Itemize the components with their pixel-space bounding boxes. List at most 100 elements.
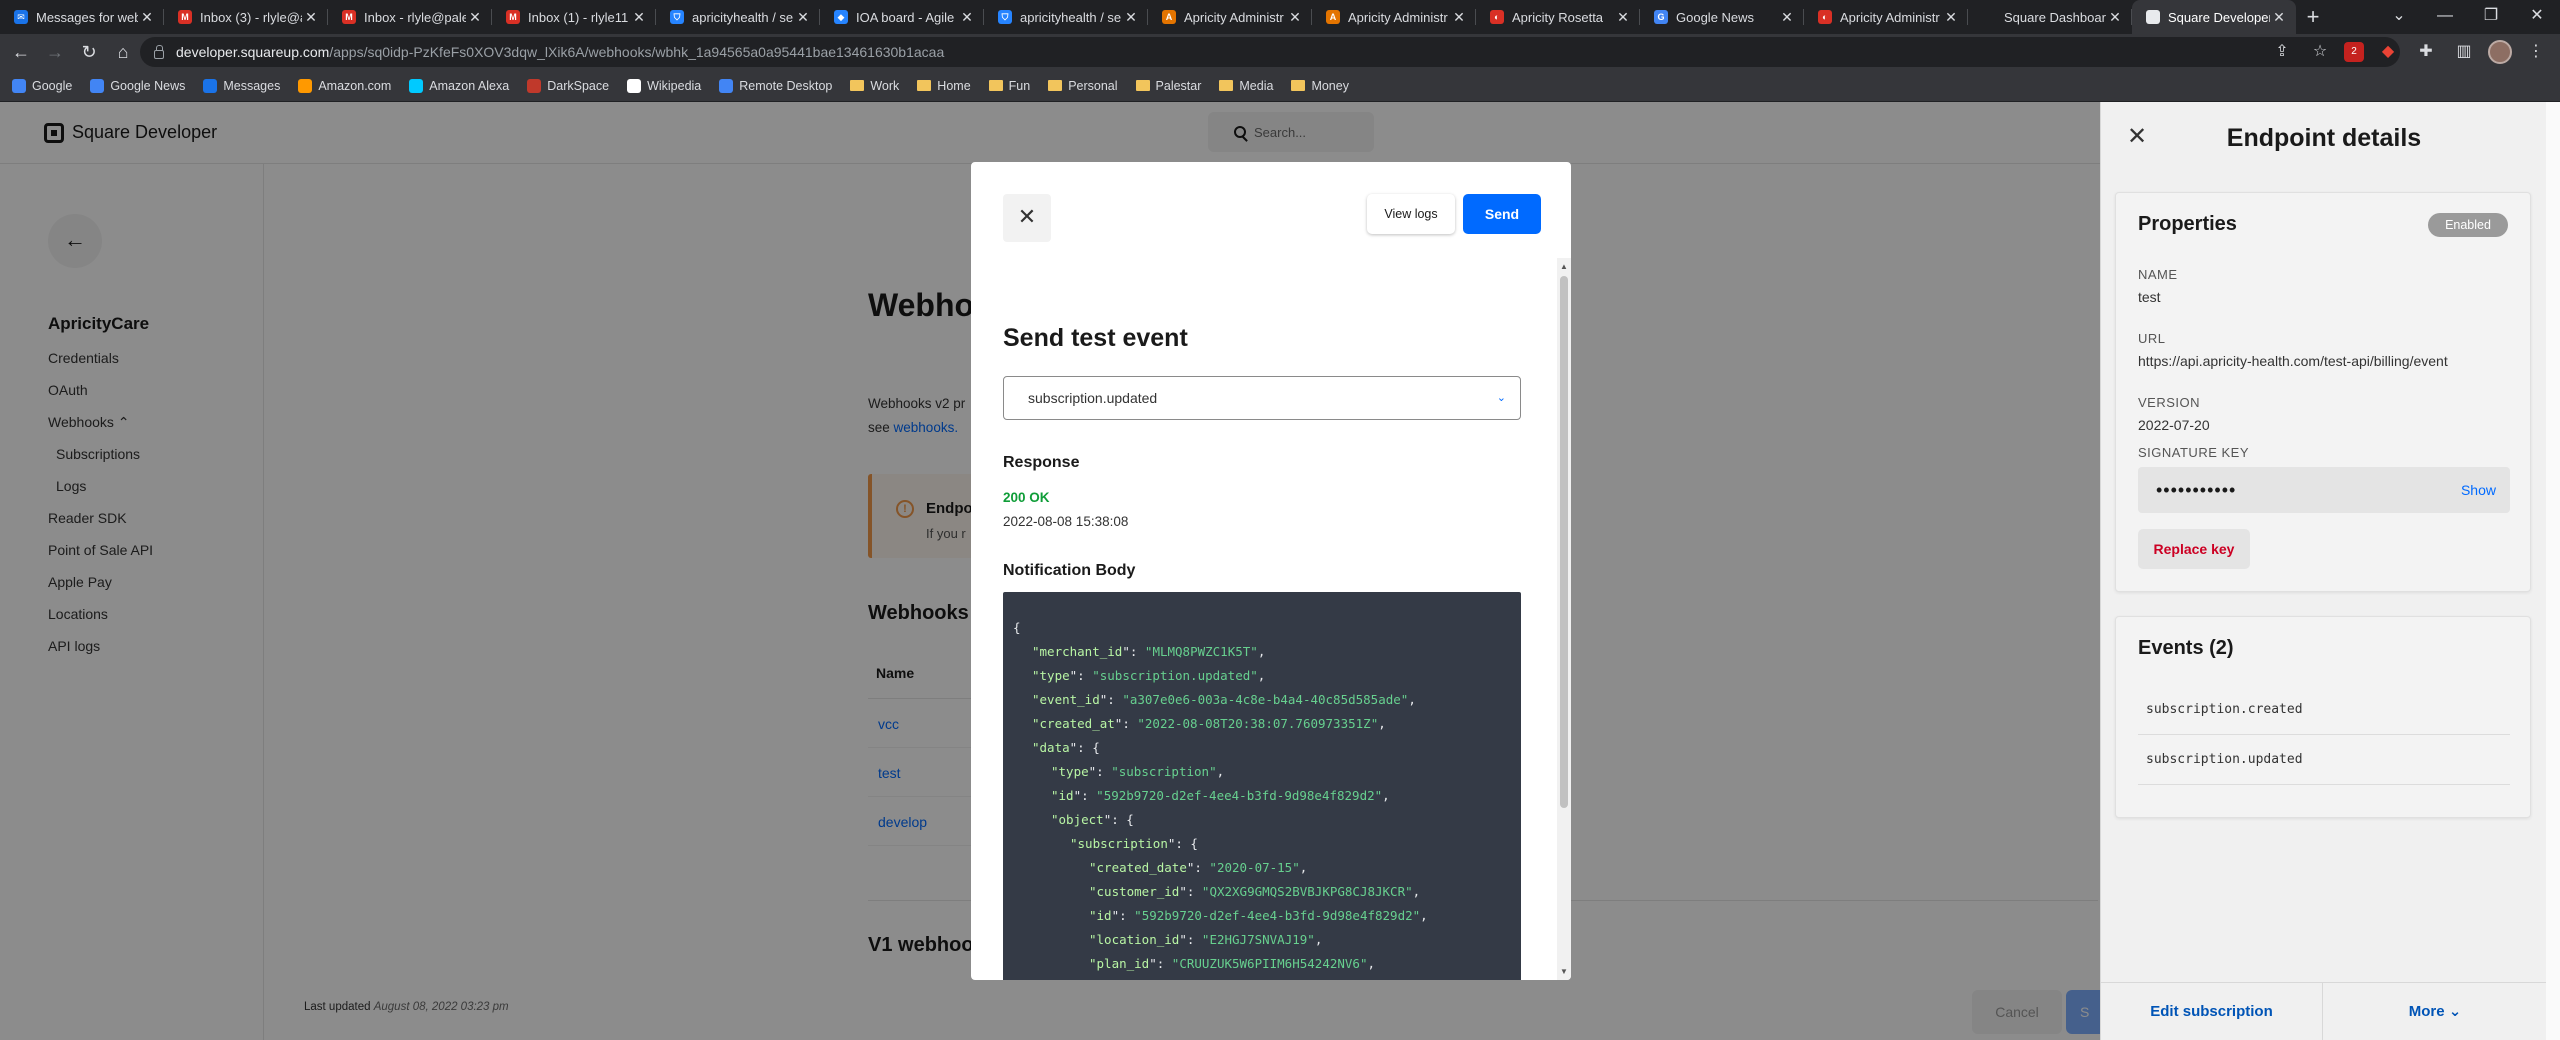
bookmark-item[interactable]: Remote Desktop bbox=[719, 78, 832, 93]
side-panel-icon[interactable]: ▥ bbox=[2450, 38, 2478, 66]
bookmark-item[interactable]: Google News bbox=[90, 78, 185, 93]
tab-close-icon[interactable]: ✕ bbox=[1450, 9, 1468, 26]
tab-close-icon[interactable]: ✕ bbox=[1122, 9, 1140, 26]
favicon-icon bbox=[2146, 10, 2160, 24]
send-button[interactable]: Send bbox=[1463, 194, 1541, 234]
back-icon[interactable]: ← bbox=[4, 35, 38, 69]
browser-tab[interactable]: M Inbox - rlyle@pale ✕ bbox=[328, 0, 492, 34]
bookmark-folder[interactable]: Fun bbox=[988, 79, 1030, 93]
tab-close-icon[interactable]: ✕ bbox=[1778, 9, 1796, 26]
puzzle-icon[interactable]: ✚ bbox=[2412, 38, 2440, 66]
bookmark-label: Home bbox=[937, 78, 971, 93]
favicon-icon: ◆ bbox=[834, 10, 848, 24]
browser-tab[interactable]: ◐ Apricity Administr ✕ bbox=[1804, 0, 1968, 34]
new-tab-icon[interactable]: + bbox=[2296, 0, 2330, 34]
bookmark-folder[interactable]: Home bbox=[917, 78, 971, 93]
restore-icon[interactable]: ❐ bbox=[2468, 0, 2514, 34]
minimize-icon[interactable]: — bbox=[2422, 0, 2468, 34]
tab-search-dropdown-icon[interactable]: ⌄ bbox=[2376, 0, 2422, 34]
panel-scrollbar[interactable] bbox=[2546, 102, 2560, 1040]
bookmark-folder[interactable]: Media bbox=[1219, 79, 1273, 93]
tab-title: Messages for web bbox=[36, 9, 138, 25]
replace-key-button[interactable]: Replace key bbox=[2138, 529, 2250, 569]
bookmark-folder[interactable]: Work bbox=[850, 79, 899, 93]
more-menu-button[interactable]: More ⌄ bbox=[2323, 983, 2547, 1040]
event-type-select[interactable]: subscription.updated ⌄ bbox=[1003, 376, 1521, 420]
browser-tab[interactable]: ⛉ apricityhealth / se ✕ bbox=[656, 0, 820, 34]
browser-tab[interactable]: G Google News ✕ bbox=[1640, 0, 1804, 34]
modal-scrollbar[interactable]: ▲ ▼ bbox=[1557, 258, 1571, 980]
view-logs-button[interactable]: View logs bbox=[1367, 194, 1455, 234]
edit-subscription-button[interactable]: Edit subscription bbox=[2101, 983, 2323, 1040]
favicon-icon: M bbox=[178, 10, 192, 24]
home-icon[interactable]: ⌂ bbox=[106, 35, 140, 69]
browser-tab[interactable]: M Inbox (1) - rlyle11 ✕ bbox=[492, 0, 656, 34]
json-value: MLMQ8PWZC1K5T bbox=[1152, 644, 1251, 659]
browser-tab[interactable]: Square Developer ✕ bbox=[2132, 0, 2296, 34]
profile-avatar[interactable] bbox=[2488, 40, 2512, 64]
tab-close-icon[interactable]: ✕ bbox=[958, 9, 976, 26]
bookmark-item[interactable]: DarkSpace bbox=[527, 78, 609, 93]
tab-close-icon[interactable]: ✕ bbox=[630, 9, 648, 26]
json-key: subscription bbox=[1077, 836, 1168, 851]
bookmark-item[interactable]: Amazon.com bbox=[298, 78, 391, 93]
bookmark-item[interactable]: Google bbox=[12, 78, 72, 93]
browser-tab[interactable]: Square Dashboard ✕ bbox=[1968, 0, 2132, 34]
browser-tab[interactable]: ⛉ apricityhealth / se ✕ bbox=[984, 0, 1148, 34]
code-line: "plan_id": "CRUUZUK5W6PIIM6H54242NV6", bbox=[1089, 956, 1376, 971]
bookmark-item[interactable]: Messages bbox=[203, 78, 280, 93]
forward-icon[interactable]: → bbox=[38, 35, 72, 69]
modal-close-icon[interactable]: ✕ bbox=[1003, 194, 1051, 242]
bookmark-folder[interactable]: Money bbox=[1291, 79, 1349, 93]
json-value: 2022-08-08T20:38:07.760973351Z bbox=[1144, 716, 1371, 731]
properties-card: Properties Enabled NAME test URL https:/… bbox=[2115, 192, 2531, 592]
tab-close-icon[interactable]: ✕ bbox=[794, 9, 812, 26]
tab-title: Inbox (3) - rlyle@a bbox=[200, 9, 302, 25]
chevron-down-icon: ⌄ bbox=[1496, 392, 1506, 404]
list-item: subscription.updated bbox=[2138, 735, 2510, 785]
tab-close-icon[interactable]: ✕ bbox=[466, 9, 484, 26]
tab-close-icon[interactable]: ✕ bbox=[1614, 9, 1632, 26]
browser-tab[interactable]: A Apricity Administr ✕ bbox=[1312, 0, 1476, 34]
json-key: merchant_id bbox=[1039, 644, 1123, 659]
tab-close-icon[interactable]: ✕ bbox=[1942, 9, 1960, 26]
code-line: "customer_id": "QX2XG9GMQS2BVBJKPG8CJ8JK… bbox=[1089, 884, 1421, 899]
tab-close-icon[interactable]: ✕ bbox=[2270, 9, 2288, 26]
reload-icon[interactable]: ↻ bbox=[72, 35, 106, 69]
browser-tab[interactable]: ✉ Messages for web ✕ bbox=[0, 0, 164, 34]
extension-icon[interactable]: ◆ bbox=[2374, 38, 2402, 66]
browser-tab[interactable]: M Inbox (3) - rlyle@a ✕ bbox=[164, 0, 328, 34]
address-bar[interactable]: developer.squareup.com/apps/sq0idp-PzKfe… bbox=[140, 37, 2400, 67]
share-icon[interactable]: ⇪ bbox=[2268, 38, 2296, 66]
browser-tab[interactable]: A Apricity Administr ✕ bbox=[1148, 0, 1312, 34]
bookmark-label: Amazon Alexa bbox=[429, 78, 510, 93]
folder-icon bbox=[988, 80, 1003, 91]
json-key: created_at bbox=[1039, 716, 1115, 731]
tab-close-icon[interactable]: ✕ bbox=[2106, 9, 2124, 26]
endpoint-details-panel: Endpoint details ✕ Properties Enabled NA… bbox=[2100, 102, 2547, 1040]
show-key-button[interactable]: Show bbox=[2461, 467, 2496, 513]
bookmark-item[interactable]: Amazon Alexa bbox=[409, 78, 510, 93]
star-icon[interactable]: ☆ bbox=[2306, 38, 2334, 66]
extension-badge-icon[interactable]: 2 bbox=[2344, 42, 2364, 62]
tab-close-icon[interactable]: ✕ bbox=[302, 9, 320, 26]
browser-tab[interactable]: ◆ IOA board - Agile ✕ bbox=[820, 0, 984, 34]
panel-close-icon[interactable]: ✕ bbox=[2123, 124, 2151, 152]
json-value: 2020-07-15 bbox=[1216, 860, 1293, 875]
code-line: "merchant_id": "MLMQ8PWZC1K5T", bbox=[1032, 644, 1266, 659]
bookmark-favicon-icon bbox=[90, 78, 105, 93]
tab-close-icon[interactable]: ✕ bbox=[1286, 9, 1304, 26]
tab-close-icon[interactable]: ✕ bbox=[138, 9, 156, 26]
bookmark-item[interactable]: Wikipedia bbox=[627, 78, 701, 93]
send-test-event-modal: ✕ View logs Send Send test event subscri… bbox=[971, 162, 1571, 980]
scroll-thumb[interactable] bbox=[1560, 276, 1568, 808]
code-line: { bbox=[1013, 616, 1521, 640]
window-close-icon[interactable]: ✕ bbox=[2514, 0, 2560, 34]
browser-tab[interactable]: ◐ Apricity Rosetta ✕ bbox=[1476, 0, 1640, 34]
browser-menu-icon[interactable]: ⋮ bbox=[2522, 38, 2550, 66]
scroll-up-icon[interactable]: ▲ bbox=[1559, 262, 1569, 271]
bookmark-folder[interactable]: Palestar bbox=[1135, 79, 1201, 93]
scroll-down-icon[interactable]: ▼ bbox=[1559, 967, 1569, 976]
bookmark-folder[interactable]: Personal bbox=[1048, 79, 1118, 93]
signature-key-field: ••••••••••• Show bbox=[2138, 467, 2510, 513]
